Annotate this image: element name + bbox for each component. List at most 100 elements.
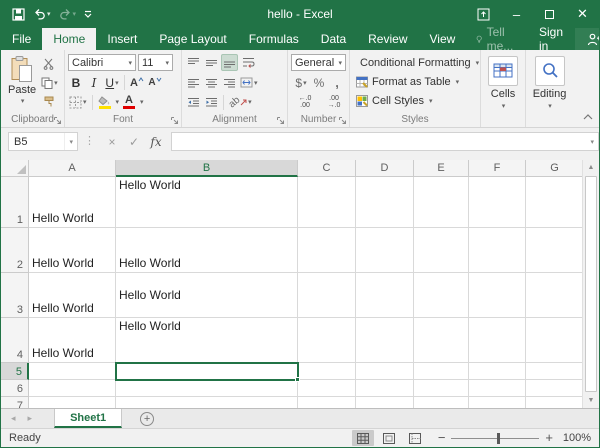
tab-home[interactable]: Home (42, 28, 96, 50)
font-color-dropdown-icon[interactable]: ▾ (140, 98, 144, 106)
cell-B1[interactable]: Hello World (116, 177, 298, 228)
insert-function-button[interactable]: fx (145, 132, 167, 151)
cell-F2[interactable] (469, 228, 526, 273)
tell-me-button[interactable]: Tell me... (466, 28, 527, 50)
cell-F7[interactable] (469, 397, 526, 408)
previous-sheet-icon[interactable]: ◂ (11, 413, 16, 424)
zoom-out-button[interactable]: − (438, 433, 446, 443)
row-header-2[interactable]: 2 (1, 228, 29, 273)
cell-G1[interactable] (526, 177, 584, 228)
cell-C5[interactable] (298, 363, 356, 380)
cell-D1[interactable] (356, 177, 414, 228)
customize-qat-button[interactable] (82, 5, 94, 23)
increase-indent-button[interactable] (203, 94, 219, 111)
next-sheet-icon[interactable]: ▸ (28, 413, 33, 424)
column-header-C[interactable]: C (298, 160, 356, 177)
scroll-up-icon[interactable]: ▲ (583, 160, 599, 175)
bottom-align-button[interactable] (221, 54, 238, 71)
column-header-G[interactable]: G (526, 160, 584, 177)
tab-insert[interactable]: Insert (96, 28, 148, 50)
cell-G5[interactable] (526, 363, 584, 380)
cell-A7[interactable] (29, 397, 116, 408)
row-header-7[interactable]: 7 (1, 397, 29, 408)
column-header-D[interactable]: D (356, 160, 414, 177)
page-layout-view-button[interactable] (378, 430, 400, 446)
column-header-E[interactable]: E (414, 160, 469, 177)
copy-dropdown-icon[interactable]: ▾ (54, 79, 58, 87)
cell-A5[interactable] (29, 363, 116, 380)
tab-file[interactable]: File (1, 28, 42, 50)
zoom-slider-thumb[interactable] (497, 433, 500, 444)
cut-button[interactable] (40, 55, 59, 72)
decrease-decimal-button[interactable]: .00 →.0 (322, 94, 346, 111)
cell-E4[interactable] (414, 318, 469, 363)
clipboard-dialog-launcher[interactable] (53, 116, 62, 125)
row-header-5[interactable]: 5 (1, 363, 29, 380)
font-name-select[interactable]: Calibri▾ (68, 54, 136, 71)
increase-decimal-button[interactable]: ←.0 .00 (293, 94, 317, 111)
decrease-indent-button[interactable] (185, 94, 201, 111)
cell-E3[interactable] (414, 273, 469, 318)
cell-C4[interactable] (298, 318, 356, 363)
align-right-button[interactable] (221, 74, 237, 91)
redo-dropdown-icon[interactable]: ▾ (73, 10, 77, 18)
vertical-scrollbar-thumb[interactable] (585, 176, 597, 392)
font-size-select[interactable]: 11▾ (138, 54, 173, 71)
editing-dropdown-icon[interactable]: ▾ (548, 102, 552, 110)
cells-dropdown-icon[interactable]: ▾ (502, 102, 506, 110)
paste-button[interactable]: Paste ▾ (4, 53, 40, 110)
column-header-B[interactable]: B (116, 160, 298, 177)
wrap-text-button[interactable] (240, 54, 256, 71)
tab-review[interactable]: Review (357, 28, 418, 50)
collapse-ribbon-button[interactable] (583, 111, 593, 123)
merge-center-dropdown-icon[interactable]: ▾ (254, 79, 258, 87)
sheet-tab-sheet1[interactable]: Sheet1 (54, 409, 122, 428)
vertical-scrollbar[interactable]: ▲ ▼ (582, 160, 599, 408)
cell-D2[interactable] (356, 228, 414, 273)
cell-F6[interactable] (469, 380, 526, 397)
orientation-dropdown-icon[interactable]: ▾ (248, 98, 252, 106)
cell-B7[interactable] (116, 397, 298, 408)
cell-D3[interactable] (356, 273, 414, 318)
zoom-in-button[interactable]: + (545, 433, 553, 443)
cell-A6[interactable] (29, 380, 116, 397)
cell-D4[interactable] (356, 318, 414, 363)
cell-E2[interactable] (414, 228, 469, 273)
align-left-button[interactable] (185, 74, 201, 91)
row-header-3[interactable]: 3 (1, 273, 29, 318)
borders-button[interactable]: ▾ (68, 94, 88, 111)
fill-handle[interactable] (295, 377, 300, 382)
cell-D5[interactable] (356, 363, 414, 380)
name-box[interactable]: B5 ▾ (8, 132, 78, 151)
cell-F3[interactable] (469, 273, 526, 318)
merge-center-button[interactable]: ▾ (239, 74, 259, 91)
ribbon-display-options-button[interactable] (467, 0, 500, 28)
font-color-button[interactable]: A (121, 94, 137, 111)
cell-G6[interactable] (526, 380, 584, 397)
conditional-formatting-button[interactable]: Conditional Formatting ▾ (353, 53, 477, 72)
tab-data[interactable]: Data (310, 28, 357, 50)
increase-font-button[interactable]: A (129, 74, 145, 91)
sign-in-button[interactable]: Sign in (527, 28, 575, 50)
undo-button[interactable]: ▾ (31, 5, 53, 23)
close-button[interactable]: ✕ (566, 0, 599, 28)
tab-view[interactable]: View (419, 28, 467, 50)
alignment-dialog-launcher[interactable] (276, 116, 285, 125)
row-header-6[interactable]: 6 (1, 380, 29, 397)
cell-B6[interactable] (116, 380, 298, 397)
cell-D7[interactable] (356, 397, 414, 408)
fill-color-dropdown-icon[interactable]: ▾ (116, 98, 120, 106)
cell-E5[interactable] (414, 363, 469, 380)
bold-button[interactable]: B (68, 74, 84, 91)
scroll-down-icon[interactable]: ▼ (583, 393, 599, 408)
copy-button[interactable]: ▾ (40, 74, 59, 91)
cell-A2[interactable]: Hello World (29, 228, 116, 273)
cell-E6[interactable] (414, 380, 469, 397)
number-dialog-launcher[interactable] (338, 116, 347, 125)
row-header-1[interactable]: 1 (1, 177, 29, 228)
font-dialog-launcher[interactable] (170, 116, 179, 125)
cell-G2[interactable] (526, 228, 584, 273)
underline-button[interactable]: U▾ (104, 74, 120, 91)
accounting-dropdown-icon[interactable]: ▾ (303, 79, 307, 87)
align-center-button[interactable] (203, 74, 219, 91)
